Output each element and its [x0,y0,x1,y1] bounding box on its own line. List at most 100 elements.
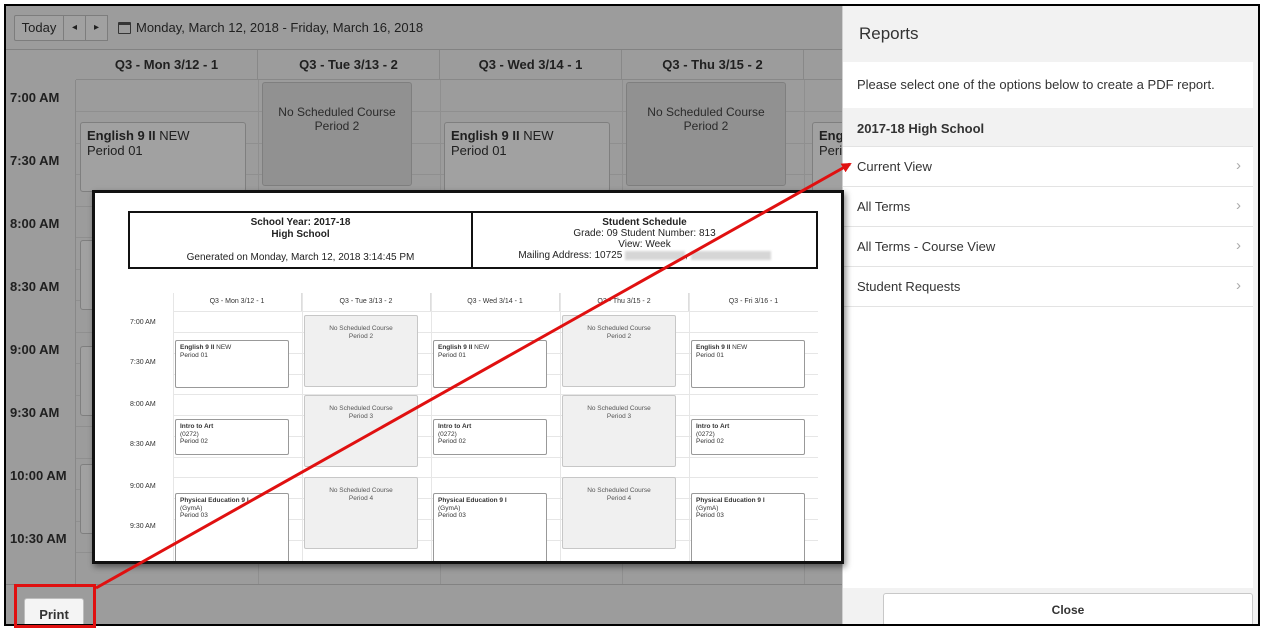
pdf-mailing-address: Mailing Address: 10725 [518,250,623,261]
pdf-course-block: Physical Education 9 I (GymA) Period 03 [175,493,289,561]
pdf-course-period: Period 01 [438,351,466,359]
pdf-report-preview: School Year: 2017-18 High School Generat… [92,190,844,564]
pdf-time-label: 7:30 AM [130,359,156,366]
pdf-course-block: English 9 II NEW Period 01 [691,340,805,388]
pdf-course-name: Intro to Art [180,423,214,430]
pdf-course-period: Period 01 [696,351,724,359]
report-option-all-terms-course-view[interactable]: All Terms - Course View › [843,226,1253,266]
pdf-course-name: Intro to Art [438,423,472,430]
pdf-no-course-period: Period 4 [606,494,632,502]
pdf-generated-date: Generated on Monday, March 12, 2018 3:14… [186,252,415,263]
pdf-no-course-block: No Scheduled Course Period 3 [304,395,418,467]
reports-panel: Reports Please select one of the options… [842,6,1258,624]
pdf-grid-line [173,311,818,312]
pdf-document-title: Student Schedule [602,217,687,228]
pdf-course-room: (GymA) [696,504,719,512]
pdf-no-course-block: No Scheduled Course Period 4 [562,477,676,549]
pdf-grid-line [173,415,818,416]
pdf-no-course-title: No Scheduled Course [587,325,651,332]
pdf-time-label: 9:30 AM [130,523,156,530]
pdf-day-header: Q3 - Mon 3/12 - 1 [173,293,302,311]
pdf-course-period: Period 01 [180,351,208,359]
report-option-current-view[interactable]: Current View › [843,146,1253,186]
pdf-course-tag: NEW [474,344,490,351]
pdf-student-info: Student Schedule Grade: 09 Student Numbe… [473,213,816,267]
pdf-address-comma: , [685,250,688,261]
pdf-grid-line [689,293,690,561]
pdf-day-header: Q3 - Wed 3/14 - 1 [431,293,560,311]
pdf-no-course-block: No Scheduled Course Period 3 [562,395,676,467]
pdf-school-name: High School [271,229,330,240]
chevron-right-icon: › [1236,277,1241,294]
report-option-all-terms[interactable]: All Terms › [843,186,1253,226]
chevron-right-icon: › [1236,237,1241,254]
pdf-course-block: English 9 II NEW Period 01 [433,340,547,388]
pdf-course-block: Intro to Art (0272) Period 02 [433,419,547,455]
panel-description: Please select one of the options below t… [843,62,1253,108]
redacted-text [625,250,686,260]
chevron-right-icon: › [1236,197,1241,214]
pdf-course-period: Period 02 [438,438,466,445]
pdf-no-course-period: Period 2 [348,332,374,340]
report-option-label: All Terms [857,199,911,214]
pdf-course-room: (GymA) [438,504,461,512]
pdf-grid-line [431,293,432,561]
pdf-time-label: 7:00 AM [130,319,156,326]
redacted-text [690,250,771,260]
pdf-course-block: Intro to Art (0272) Period 02 [691,419,805,455]
pdf-course-block: Physical Education 9 I (GymA) Period 03 [433,493,547,561]
pdf-time-label: 8:00 AM [130,401,156,408]
close-button[interactable]: Close [883,593,1253,624]
pdf-grid-line [302,293,303,561]
pdf-no-course-block: No Scheduled Course Period 2 [562,315,676,387]
pdf-course-period: Period 03 [696,512,724,519]
pdf-grid-line [173,457,818,458]
pdf-course-name: English 9 II [696,344,731,351]
pdf-course-name: Physical Education 9 I [696,497,765,504]
pdf-grid-line [173,394,818,395]
pdf-course-code: (0272) [438,430,457,438]
pdf-course-tag: NEW [732,344,748,351]
panel-body-empty [843,306,1253,588]
pdf-course-tag: NEW [216,344,232,351]
pdf-grid-line [173,293,174,561]
report-option-label: All Terms - Course View [857,239,996,254]
pdf-no-course-period: Period 2 [606,332,632,340]
pdf-course-period: Period 03 [438,512,466,519]
pdf-course-code: (0272) [180,430,199,438]
pdf-no-course-title: No Scheduled Course [587,487,651,494]
pdf-school-year: School Year: 2017-18 [250,217,351,228]
pdf-course-name: Physical Education 9 I [180,497,249,504]
pdf-grid-line [173,332,818,333]
print-highlight-box [14,584,96,628]
report-option-student-requests[interactable]: Student Requests › [843,266,1253,306]
pdf-school-info: School Year: 2017-18 High School Generat… [130,213,473,267]
pdf-course-name: English 9 II [438,344,473,351]
school-section-header: 2017-18 High School [843,110,1253,146]
pdf-course-room: (GymA) [180,504,203,512]
pdf-day-header: Q3 - Thu 3/15 - 2 [560,293,689,311]
pdf-course-period: Period 02 [696,438,724,445]
pdf-course-name: English 9 II [180,344,215,351]
pdf-day-header: Q3 - Tue 3/13 - 2 [302,293,431,311]
pdf-view-line: View: Week [618,239,671,250]
pdf-course-code: (0272) [696,430,715,438]
pdf-course-name: Physical Education 9 I [438,497,507,504]
pdf-course-block: Physical Education 9 I (GymA) Period 03 [691,493,805,561]
pdf-no-course-title: No Scheduled Course [329,325,393,332]
pdf-grid-line [560,293,561,561]
pdf-no-course-title: No Scheduled Course [329,405,393,412]
pdf-course-period: Period 02 [180,438,208,445]
pdf-no-course-period: Period 3 [606,412,632,420]
pdf-grid-line [173,477,818,478]
report-option-label: Current View [857,159,932,174]
pdf-no-course-title: No Scheduled Course [587,405,651,412]
pdf-course-block: Intro to Art (0272) Period 02 [175,419,289,455]
pdf-course-period: Period 03 [180,512,208,519]
pdf-no-course-title: No Scheduled Course [329,487,393,494]
pdf-schedule-grid: Q3 - Mon 3/12 - 1 Q3 - Tue 3/13 - 2 Q3 -… [128,293,818,561]
chevron-right-icon: › [1236,157,1241,174]
pdf-course-name: Intro to Art [696,423,730,430]
report-option-label: Student Requests [857,279,961,294]
panel-title: Reports [859,24,919,43]
